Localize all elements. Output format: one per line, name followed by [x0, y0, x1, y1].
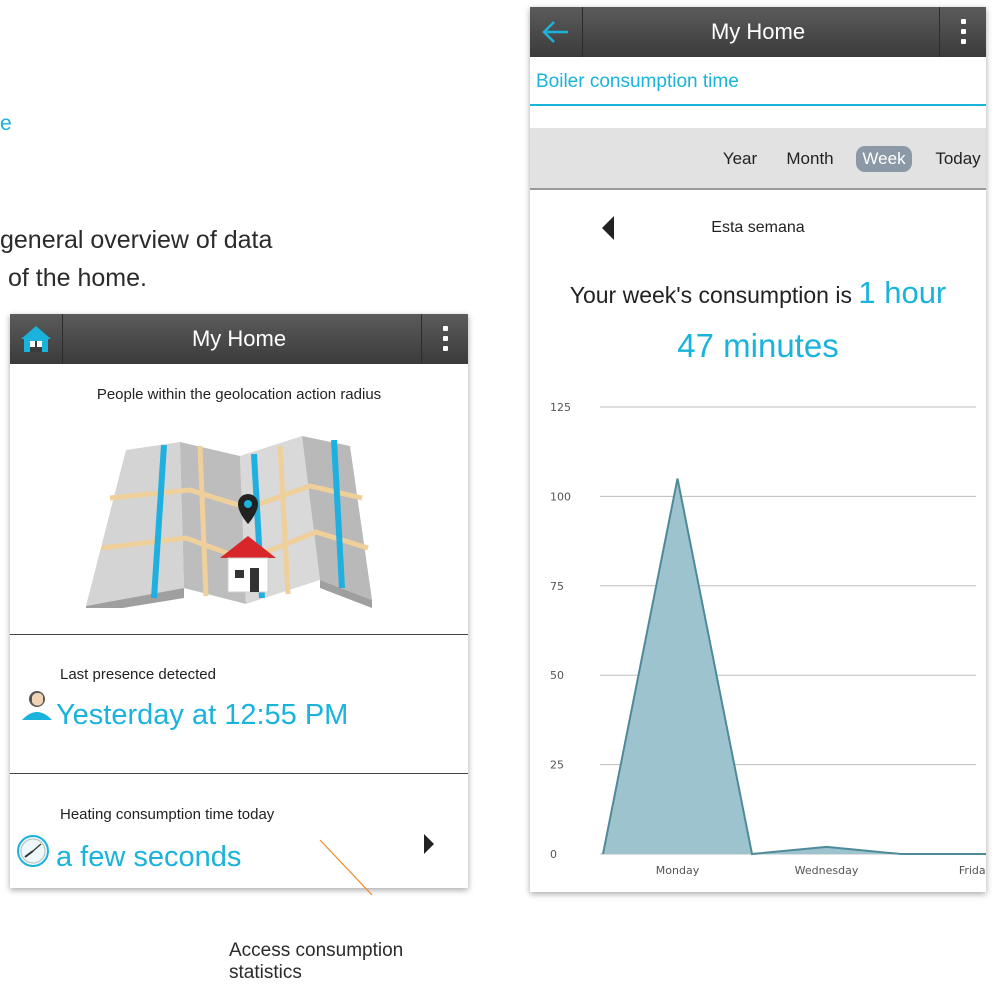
consumption-chart: 0 25 50 75 100 125 Monday Wednesday Friday — [550, 401, 986, 877]
y-tick-label: 125 — [550, 401, 571, 414]
page-title: My Home — [710, 19, 806, 44]
heating-label: Heating consumption time today — [60, 806, 275, 823]
boiler-consumption-screen: My Home Boiler consumption time Year Mon… — [530, 7, 986, 892]
chevron-right-icon[interactable] — [424, 834, 434, 854]
heating-value: a few seconds — [56, 841, 242, 873]
range-option-month[interactable]: Month — [782, 146, 838, 172]
section-divider — [10, 773, 468, 774]
series-area — [603, 478, 986, 854]
home-overview-screen: My Home People within the geolocation ac… — [10, 314, 468, 888]
presence-value: Yesterday at 12:55 PM — [56, 699, 349, 731]
x-tick-label: Friday — [959, 864, 986, 877]
page-title: My Home — [191, 326, 287, 351]
intro-text-line-1: general overview of data — [0, 226, 273, 254]
clock-icon — [17, 835, 49, 867]
section-divider — [10, 634, 468, 635]
kebab-dot — [443, 336, 448, 341]
range-selector: Year Month Week Today — [530, 128, 986, 190]
summary-minutes: 47 minutes — [677, 327, 839, 364]
range-option-year[interactable]: Year — [720, 146, 760, 172]
y-tick-label: 25 — [550, 759, 564, 772]
kebab-dot — [961, 29, 966, 34]
kebab-dot — [443, 326, 448, 331]
y-tick-label: 0 — [550, 848, 557, 861]
period-label: Esta semana — [711, 219, 805, 236]
range-option-week[interactable]: Week — [856, 146, 912, 172]
y-tick-label: 100 — [550, 490, 571, 503]
x-tick-label: Wednesday — [795, 864, 859, 877]
section-title: Boiler consumption time — [536, 71, 739, 92]
presence-label: Last presence detected — [60, 666, 216, 683]
y-tick-label: 50 — [550, 669, 564, 682]
geolocation-label: People within the geolocation action rad… — [96, 386, 382, 403]
y-tick-label: 75 — [550, 580, 564, 593]
intro-text-line-2: of the home. — [8, 264, 147, 292]
summary-hours: 1 hour — [858, 275, 947, 310]
kebab-dot — [961, 39, 966, 44]
x-tick-label: Monday — [656, 864, 700, 877]
consumption-summary: Your week's consumption is 1 hour — [530, 275, 986, 311]
menu-button[interactable] — [421, 314, 468, 364]
menu-button[interactable] — [939, 7, 986, 57]
kebab-dot — [961, 19, 966, 24]
annotation-text: Access consumption statistics — [229, 940, 404, 983]
app-bar: My Home — [530, 7, 986, 57]
partial-link-text[interactable]: e — [0, 112, 12, 136]
map-illustration — [86, 436, 372, 608]
summary-prefix: Your week's consumption is — [569, 282, 852, 308]
person-icon — [22, 691, 52, 720]
app-bar: My Home — [10, 314, 468, 364]
heading-underline — [530, 104, 986, 106]
range-option-today[interactable]: Today — [930, 146, 986, 172]
kebab-dot — [443, 346, 448, 351]
